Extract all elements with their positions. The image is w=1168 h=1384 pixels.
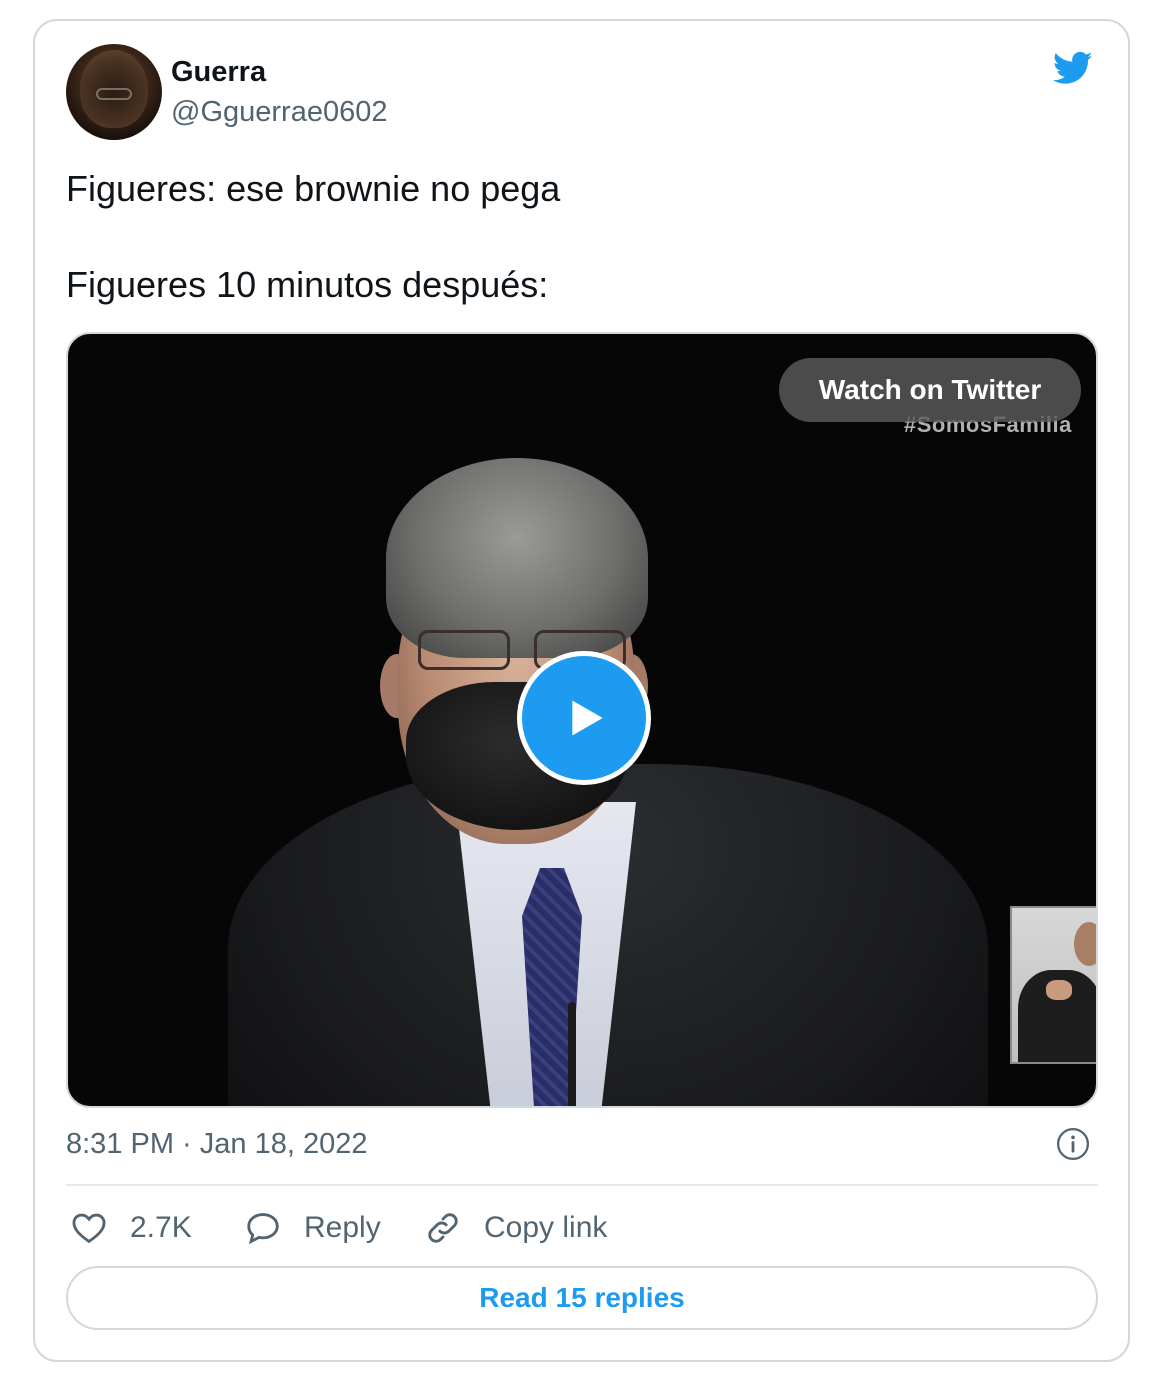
- info-icon[interactable]: [1056, 1127, 1090, 1161]
- watch-on-twitter-button[interactable]: Watch on Twitter: [779, 358, 1081, 422]
- author-handle[interactable]: @Gguerrae0602: [171, 96, 387, 129]
- tweet-text-line-2: Figueres 10 minutos después:: [66, 264, 549, 305]
- heart-icon: [72, 1213, 106, 1244]
- reply-button[interactable]: Reply: [244, 1206, 381, 1250]
- interpreter-hand: [1046, 980, 1072, 1000]
- microphone-shape: [568, 1002, 576, 1106]
- author-name[interactable]: Guerra: [171, 56, 266, 89]
- sign-interpreter-inset: [1010, 906, 1096, 1064]
- link-icon: [428, 1213, 458, 1243]
- interpreter-head: [1074, 922, 1096, 966]
- video-thumbnail[interactable]: #SomosFamilia Watch on Twitter: [66, 332, 1098, 1108]
- twitter-bird-icon[interactable]: [1049, 48, 1097, 88]
- divider: [66, 1184, 1098, 1186]
- eyeglass-left-shape: [418, 630, 510, 670]
- avatar[interactable]: [66, 44, 162, 140]
- read-replies-button[interactable]: Read 15 replies: [66, 1266, 1098, 1330]
- reply-label: Reply: [304, 1211, 381, 1244]
- copy-link-label: Copy link: [484, 1211, 608, 1244]
- play-icon: [572, 700, 603, 736]
- like-count: 2.7K: [130, 1211, 192, 1244]
- tweet-timestamp[interactable]: 8:31 PM · Jan 18, 2022: [66, 1128, 367, 1161]
- reply-bubble-icon: [247, 1213, 279, 1245]
- tweet-text-line-1: Figueres: ese brownie no pega: [66, 168, 561, 209]
- copy-link-button[interactable]: Copy link: [424, 1206, 607, 1250]
- avatar-glasses: [96, 88, 132, 100]
- play-button[interactable]: [517, 651, 651, 785]
- hair-shape: [386, 458, 648, 658]
- like-button[interactable]: 2.7K: [70, 1206, 192, 1250]
